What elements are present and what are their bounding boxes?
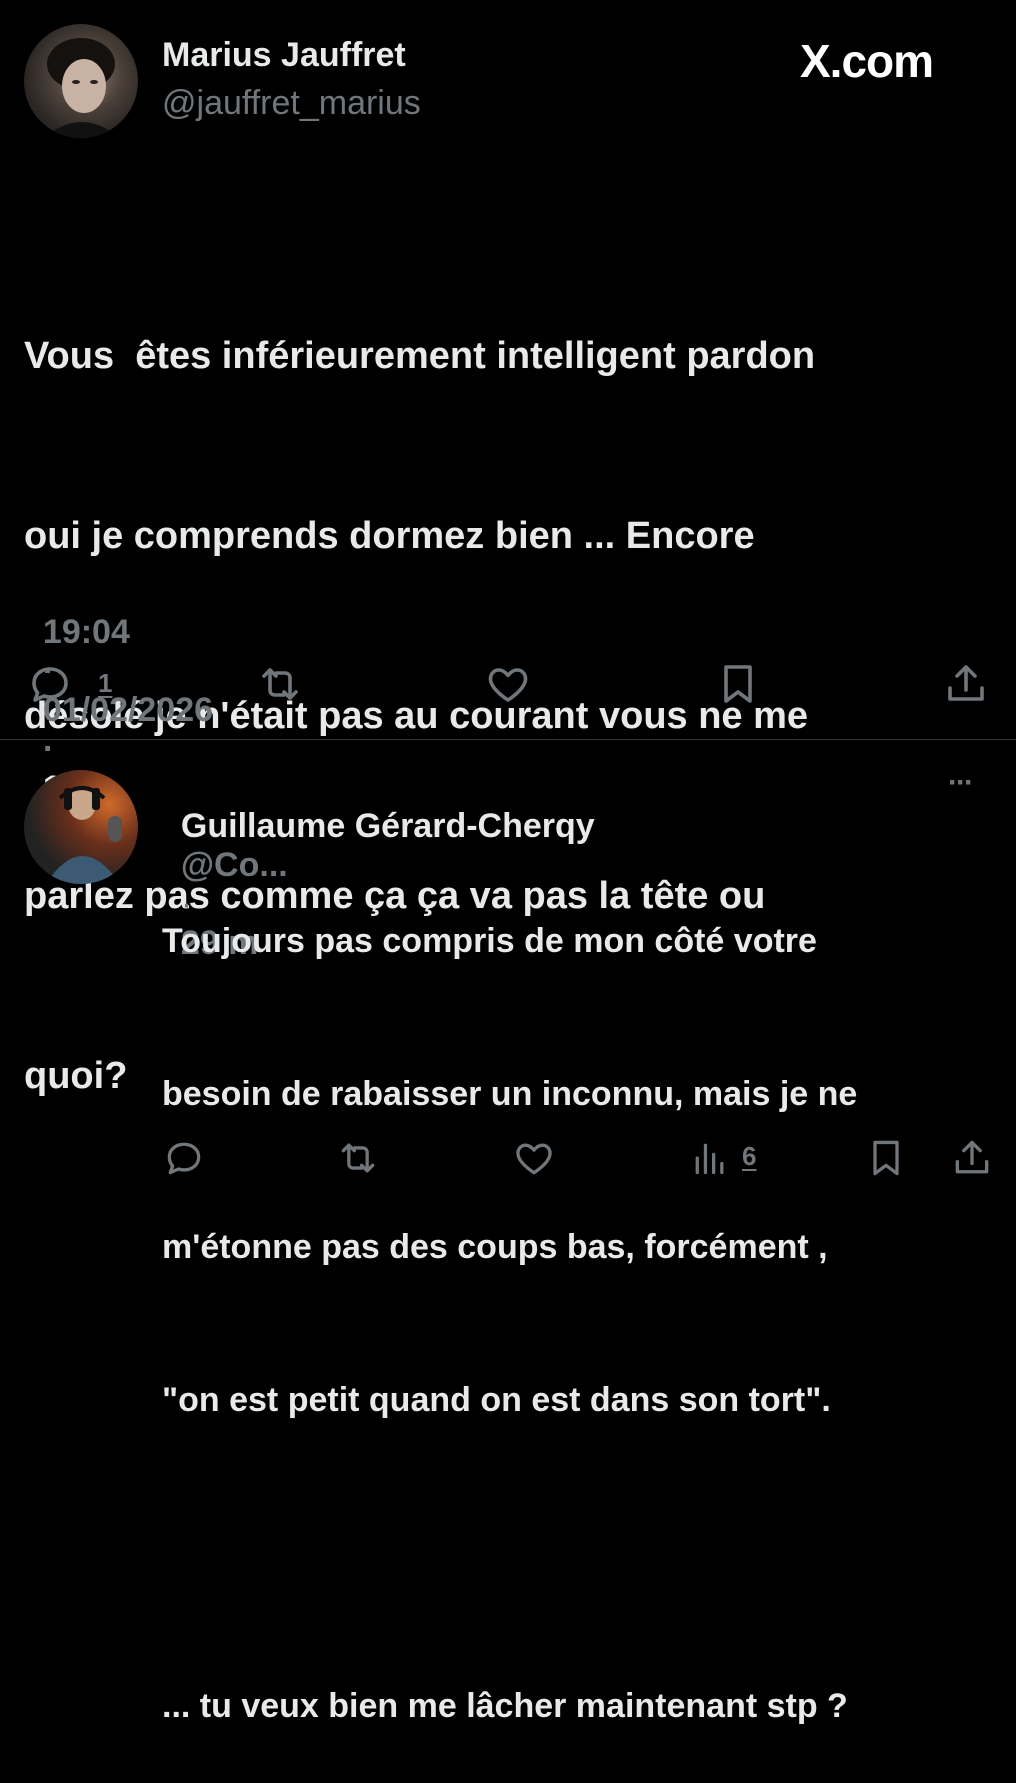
bookmark-button[interactable]	[712, 658, 764, 710]
author-name[interactable]: Marius Jauffret	[162, 36, 406, 75]
like-button[interactable]	[482, 658, 534, 710]
divider	[0, 739, 1016, 740]
reply-button[interactable]	[160, 1134, 208, 1182]
reply-text-line: m'étonne pas des coups bas, forcément ,	[162, 1228, 828, 1266]
like-button[interactable]	[510, 1134, 558, 1182]
bookmark-button[interactable]	[862, 1134, 910, 1182]
retweet-icon	[341, 1143, 375, 1173]
share-icon	[955, 1140, 989, 1174]
avatar-portrait	[44, 38, 120, 138]
reply-button[interactable]	[24, 658, 76, 710]
author-handle[interactable]: @jauffret_marius	[162, 84, 421, 123]
reply-icon	[32, 667, 68, 702]
tweet-text-line: Vous êtes inférieurement intelligent par…	[24, 335, 816, 377]
reply-text-line: "on est petit quand on est dans son tort…	[162, 1381, 831, 1419]
meta-separator: ·	[42, 730, 55, 768]
retweet-button[interactable]	[332, 1134, 384, 1182]
retweet-icon	[262, 668, 298, 700]
reply-count[interactable]: 1	[98, 668, 112, 699]
avatar-portrait	[46, 786, 122, 884]
reply-text-line: besoin de rabaisser un inconnu, mais je …	[162, 1075, 858, 1113]
reply-icon	[167, 1142, 201, 1175]
tweet-text-line: oui je comprends dormez bien ... Encore	[24, 515, 755, 557]
bookmark-icon	[873, 1140, 899, 1176]
reply-text-line	[162, 1528, 1002, 1579]
views-button[interactable]	[688, 1134, 732, 1182]
author-avatar[interactable]	[24, 24, 138, 138]
reply-avatar[interactable]	[24, 770, 138, 884]
views-count[interactable]: 6	[742, 1141, 756, 1172]
tweet-time[interactable]: 19:04	[43, 613, 130, 651]
share-button[interactable]	[948, 1134, 996, 1182]
like-icon	[516, 1143, 552, 1175]
like-icon	[488, 668, 528, 702]
brand-watermark: X.com	[800, 35, 934, 87]
bookmark-icon	[724, 665, 752, 703]
reply-text-line: Toujours pas compris de mon côté votre	[162, 922, 817, 960]
more-icon[interactable]: ···	[948, 766, 974, 800]
reply-text-line: ... tu veux bien me lâcher maintenant st…	[162, 1687, 848, 1725]
share-button[interactable]	[940, 658, 992, 710]
share-icon	[948, 665, 984, 701]
views-icon	[695, 1143, 724, 1175]
retweet-button[interactable]	[252, 658, 308, 710]
reply-text: Toujours pas compris de mon côté votre b…	[162, 814, 1002, 1783]
